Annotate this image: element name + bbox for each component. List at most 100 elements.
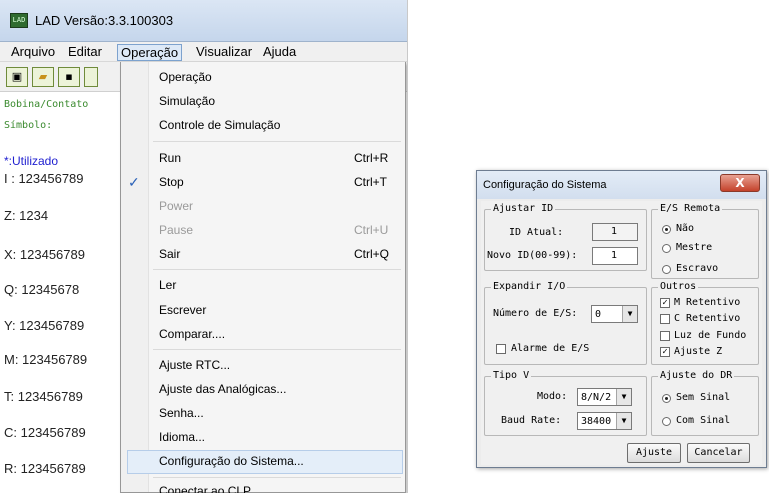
left-info-panel: Bobina/Contato Símbolo: *:Utilizado I : … — [0, 92, 125, 493]
novo-id-label: Novo ID(00-99): — [487, 250, 578, 261]
menu-separator — [153, 477, 401, 478]
menu-item-idioma[interactable]: Idioma... — [121, 426, 405, 450]
alarme-es-label: Alarme de E/S — [511, 343, 590, 354]
menu-item-label: Power — [159, 199, 194, 213]
toolbar-button-partial[interactable] — [84, 67, 98, 87]
radio-nao[interactable] — [662, 225, 671, 234]
configuracao-sistema-dialog: Configuração do Sistema X Ajustar ID ID … — [476, 170, 767, 468]
luz-fundo-checkbox[interactable] — [660, 331, 670, 341]
ajuste-z-checkbox[interactable]: ✓ — [660, 347, 670, 357]
menu-item-label: Escrever — [159, 303, 207, 317]
menu-operacao[interactable]: Operação — [117, 44, 183, 61]
radio-sem-sinal[interactable] — [662, 394, 671, 403]
close-icon: X — [735, 176, 745, 190]
dialog-body: Ajustar ID ID Atual: 1 Novo ID(00-99): 1… — [481, 201, 762, 465]
radio-nao-label: Não — [676, 223, 695, 234]
novo-id-value: 1 — [611, 250, 618, 261]
lad-app-window: LAD LAD Versão:3.3.100303 Arquivo Editar… — [0, 0, 408, 493]
mem-row-r: R: 123456789 — [4, 461, 86, 476]
menu-item-controle-simulacao[interactable]: Controle de Simulação — [121, 114, 405, 138]
menu-item-label: Idioma... — [159, 430, 206, 444]
menu-item-label: Sair — [159, 247, 181, 261]
menu-bar: Arquivo Editar Operação Visualizar Ajuda — [0, 42, 407, 62]
menu-item-shortcut: Ctrl+R — [354, 151, 389, 165]
menu-item-configuracao-sistema[interactable]: Configuração do Sistema... — [127, 450, 403, 474]
radio-escravo[interactable] — [662, 265, 671, 274]
new-file-icon: ▣ — [11, 70, 23, 83]
m-retentivo-label: M Retentivo — [674, 297, 741, 308]
operacao-dropdown-menu: Operação Simulação Controle de Simulação… — [120, 62, 406, 493]
ajustar-id-group: Ajustar ID ID Atual: 1 Novo ID(00-99): 1 — [484, 203, 647, 271]
alarme-es-checkbox[interactable] — [496, 344, 506, 354]
menu-item-comparar[interactable]: Comparar.... — [121, 323, 405, 347]
menu-item-stop[interactable]: ✓ Stop Ctrl+T — [121, 171, 405, 195]
baud-rate-label: Baud Rate: — [501, 415, 562, 426]
group-title: E/S Remota — [658, 203, 723, 214]
modo-select[interactable]: 8/N/2 ▼ — [577, 388, 632, 406]
open-folder-button[interactable]: ▰ — [32, 67, 54, 87]
baud-rate-value: 38400 — [581, 416, 612, 427]
menu-item-label: Comparar.... — [159, 327, 226, 341]
menu-item-run[interactable]: Run Ctrl+R — [121, 147, 405, 171]
es-remota-group: E/S Remota Não Mestre Escravo — [651, 203, 759, 279]
menu-item-power: Power — [121, 195, 405, 219]
dialog-title: Configuração do Sistema — [483, 179, 607, 191]
modo-value: 8/N/2 — [581, 392, 612, 403]
menu-ajuda[interactable]: Ajuda — [260, 44, 299, 61]
simbolo-label: Símbolo: — [4, 120, 53, 131]
cancelar-button[interactable]: Cancelar — [687, 443, 750, 463]
c-retentivo-label: C Retentivo — [674, 313, 741, 324]
menu-item-operacao[interactable]: Operação — [121, 66, 405, 90]
chevron-down-icon: ▼ — [616, 413, 631, 429]
bobina-contato-label: Bobina/Contato — [4, 99, 89, 110]
close-button[interactable]: X — [720, 174, 760, 192]
baud-rate-select[interactable]: 38400 ▼ — [577, 412, 632, 430]
menu-item-conectar-clp[interactable]: Conectar ao CLP... — [121, 480, 405, 493]
menu-item-pause: Pause Ctrl+U — [121, 219, 405, 243]
mem-row-t: T: 123456789 — [4, 389, 83, 404]
menu-item-simulacao[interactable]: Simulação — [121, 90, 405, 114]
mem-row-x: X: 123456789 — [4, 247, 85, 262]
radio-com-sinal[interactable] — [662, 417, 671, 426]
mem-row-q: Q: 12345678 — [4, 282, 80, 297]
tipo-v-group: Tipo V Modo: 8/N/2 ▼ Baud Rate: 38400 ▼ — [484, 370, 647, 436]
menu-item-ler[interactable]: Ler — [121, 274, 405, 298]
menu-editar[interactable]: Editar — [65, 44, 105, 61]
luz-fundo-label: Luz de Fundo — [674, 330, 747, 341]
radio-com-sinal-label: Com Sinal — [676, 415, 731, 426]
lad-app-icon: LAD — [10, 13, 28, 28]
c-retentivo-checkbox[interactable] — [660, 314, 670, 324]
id-atual-field: 1 — [592, 223, 638, 241]
menu-item-label: Controle de Simulação — [159, 118, 281, 132]
radio-escravo-label: Escravo — [676, 263, 719, 274]
save-button[interactable]: ▪ — [58, 67, 80, 87]
menu-item-ajuste-analogicas[interactable]: Ajuste das Analógicas... — [121, 378, 405, 402]
numero-es-select[interactable]: 0 ▼ — [591, 305, 638, 323]
menu-item-label: Ler — [159, 278, 177, 292]
novo-id-input[interactable]: 1 — [592, 247, 638, 265]
menu-arquivo[interactable]: Arquivo — [8, 44, 58, 61]
m-retentivo-checkbox[interactable]: ✓ — [660, 298, 670, 308]
new-file-button[interactable]: ▣ — [6, 67, 28, 87]
menu-item-sair[interactable]: Sair Ctrl+Q — [121, 243, 405, 267]
check-icon: ✓ — [662, 347, 668, 357]
menu-item-shortcut: Ctrl+Q — [354, 247, 390, 261]
menu-separator — [153, 141, 401, 142]
numero-es-label: Número de E/S: — [493, 308, 578, 319]
ajuste-button[interactable]: Ajuste — [627, 443, 681, 463]
menu-visualizar[interactable]: Visualizar — [193, 44, 255, 61]
numero-es-value: 0 — [595, 309, 602, 320]
mem-row-c: C: 123456789 — [4, 425, 86, 440]
open-folder-icon: ▰ — [38, 70, 48, 83]
dialog-title-bar: Configuração do Sistema X — [477, 171, 766, 199]
menu-item-escrever[interactable]: Escrever — [121, 299, 405, 323]
menu-item-label: Operação — [159, 70, 212, 84]
radio-mestre[interactable] — [662, 244, 671, 253]
mem-row-m: M: 123456789 — [4, 352, 88, 367]
group-title: Ajustar ID — [491, 203, 556, 214]
mem-row-i: I : 123456789 — [4, 171, 84, 186]
menu-item-senha[interactable]: Senha... — [121, 402, 405, 426]
mem-row-z: Z: 1234 — [4, 208, 49, 223]
menu-item-ajuste-rtc[interactable]: Ajuste RTC... — [121, 354, 405, 378]
id-atual-label: ID Atual: — [509, 227, 564, 238]
